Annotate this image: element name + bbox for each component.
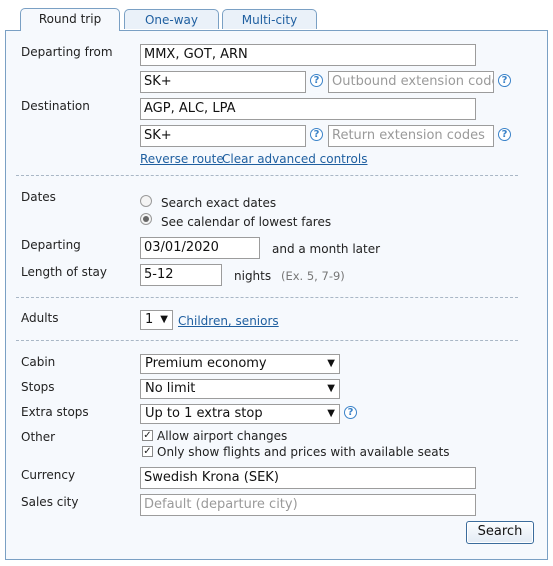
section-divider [16,340,518,341]
chevron-down-icon: ▼ [327,383,335,394]
tab-one-way[interactable]: One-way [124,9,219,29]
tab-multi-city[interactable]: Multi-city [222,9,317,29]
cabin-value: Premium economy [145,356,267,371]
help-icon[interactable]: ? [344,406,357,419]
help-icon[interactable]: ? [310,74,323,87]
nights-unit: nights [234,269,272,283]
cabin-select[interactable]: Premium economy ▼ [140,354,340,374]
allow-airport-changes-checkbox[interactable]: ✓ [142,430,153,441]
other-label: Other [21,430,56,444]
tab-round-trip[interactable]: Round trip [20,8,120,31]
clear-advanced-controls-link[interactable]: Clear advanced controls [222,152,368,166]
departing-from-label: Departing from [21,45,113,59]
help-icon[interactable]: ? [310,128,323,141]
chevron-down-icon: ▼ [327,408,335,419]
section-divider [16,297,518,298]
return-routing-input[interactable]: SK+ [140,125,306,147]
currency-label: Currency [21,468,76,482]
available-seats-checkbox[interactable]: ✓ [142,446,153,457]
departing-date-input[interactable]: 03/01/2020 [140,237,260,259]
return-extension-input[interactable]: Return extension codes [328,125,494,147]
stops-select[interactable]: No limit ▼ [140,379,340,399]
exact-dates-label: Search exact dates [161,196,277,210]
help-icon[interactable]: ? [498,128,511,141]
outbound-routing-input[interactable]: SK+ [140,71,306,93]
cabin-label: Cabin [21,355,56,369]
calendar-lowest-fares-label: See calendar of lowest fares [161,215,332,229]
extra-stops-select[interactable]: Up to 1 extra stop ▼ [140,404,340,424]
adults-value: 1 [145,312,154,327]
length-of-stay-hint: (Ex. 5, 7-9) [281,269,345,283]
extra-stops-value: Up to 1 extra stop [145,406,263,421]
currency-input[interactable]: Swedish Krona (SEK) [140,467,476,489]
children-seniors-link[interactable]: Children, seniors [178,314,279,328]
section-divider [16,175,518,176]
length-of-stay-input[interactable]: 5-12 [140,264,222,286]
chevron-down-icon: ▼ [327,358,335,369]
stops-label: Stops [21,380,55,394]
sales-city-label: Sales city [21,495,79,509]
available-seats-label: Only show flights and prices with availa… [157,445,450,459]
exact-dates-radio[interactable] [140,195,152,207]
departing-suffix: and a month later [272,242,381,256]
help-icon[interactable]: ? [498,74,511,87]
search-button[interactable]: Search [466,521,534,544]
sales-city-input[interactable]: Default (departure city) [140,494,476,516]
calendar-lowest-fares-radio[interactable] [140,213,152,225]
departing-label: Departing [21,238,81,252]
destination-input[interactable]: AGP, ALC, LPA [140,98,476,120]
destination-label: Destination [21,99,90,113]
chevron-down-icon: ▼ [160,314,168,325]
reverse-route-link[interactable]: Reverse route [140,152,224,166]
allow-airport-changes-label: Allow airport changes [157,429,288,443]
stops-value: No limit [145,381,196,396]
length-of-stay-label: Length of stay [21,265,107,279]
outbound-extension-input[interactable]: Outbound extension codes [328,71,494,93]
dates-label: Dates [21,190,56,204]
adults-select[interactable]: 1 ▼ [140,310,173,330]
adults-label: Adults [21,311,59,325]
extra-stops-label: Extra stops [21,405,89,419]
departing-from-input[interactable]: MMX, GOT, ARN [140,44,476,66]
